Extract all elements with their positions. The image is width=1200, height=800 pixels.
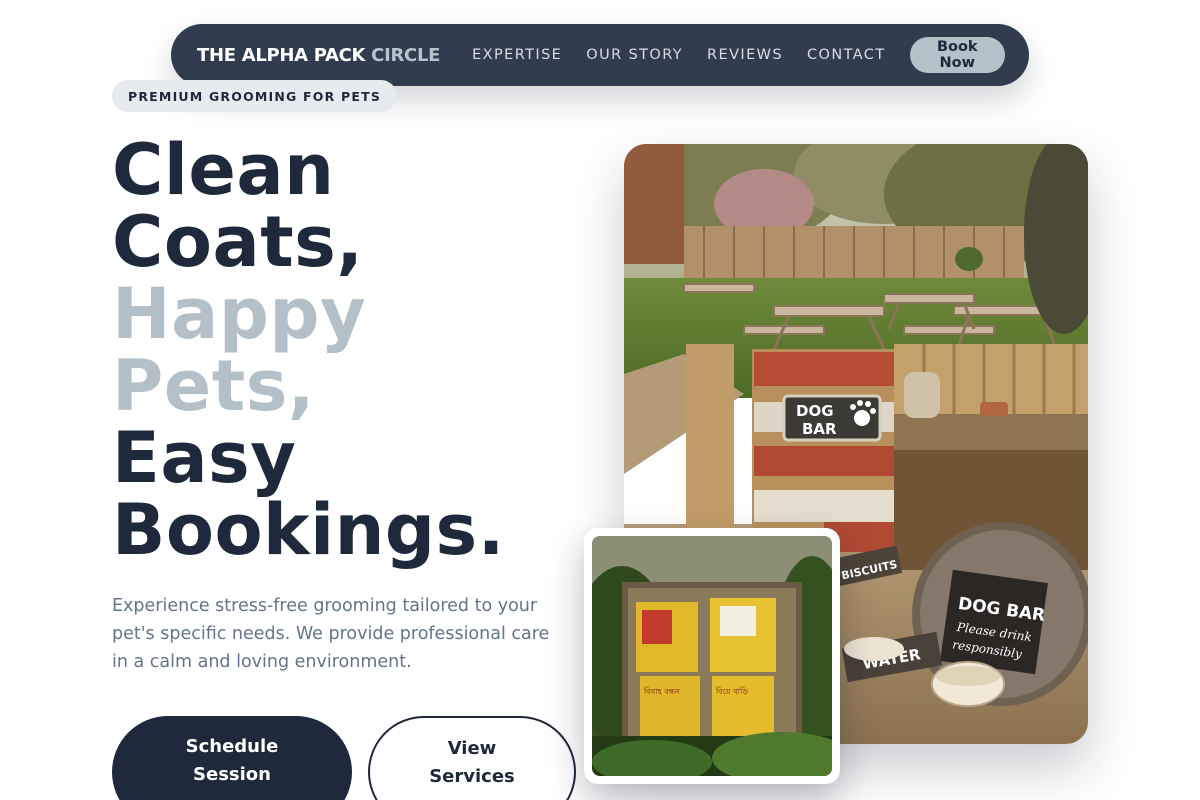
inset-photo-poster-box: বিবাহ বন্ধন বিয়ে বাড়ি — [584, 528, 840, 784]
hero-description: Experience stress-free grooming tailored… — [112, 596, 550, 672]
headline-line: Happy — [112, 273, 367, 355]
dog-bar-sign-line2: BAR — [802, 420, 837, 438]
dog-bar-sign-line1: DOG — [796, 402, 834, 420]
schedule-session-button[interactable]: Schedule Session — [112, 716, 352, 800]
brand-name: THE ALPHA PACK — [197, 44, 366, 66]
headline-line: Clean — [112, 129, 335, 211]
book-now-button[interactable]: Book Now — [909, 37, 1005, 73]
brand-accent: CIRCLE — [371, 44, 441, 66]
view-services-label: View Services — [429, 738, 515, 787]
poster-text-right: বিয়ে বাড়ি — [715, 687, 748, 696]
hero-headline: Clean Coats, Happy Pets, Easy Bookings. — [112, 134, 592, 566]
nav-links: EXPERTISE OUR STORY REVIEWS CONTACT — [472, 47, 909, 63]
hero-badge: PREMIUM GROOMING FOR PETS — [112, 80, 398, 112]
schedule-session-label: Schedule Session — [185, 736, 279, 785]
view-services-button[interactable]: View Services — [368, 716, 576, 800]
nav-link-our-story[interactable]: OUR STORY — [586, 47, 683, 63]
poster-text-left: বিবাহ বন্ধন — [643, 687, 680, 696]
nav-link-contact[interactable]: CONTACT — [807, 47, 886, 63]
headline-line: Bookings. — [112, 489, 505, 571]
headline-line: Pets, — [112, 345, 315, 427]
nav-link-reviews[interactable]: REVIEWS — [707, 47, 783, 63]
top-nav: THE ALPHA PACK CIRCLE EXPERTISE OUR STOR… — [171, 24, 1029, 86]
brand-logo[interactable]: THE ALPHA PACK CIRCLE — [197, 45, 440, 66]
headline-line: Easy — [112, 417, 297, 499]
headline-line: Coats, — [112, 201, 364, 283]
nav-link-expertise[interactable]: EXPERTISE — [472, 47, 562, 63]
